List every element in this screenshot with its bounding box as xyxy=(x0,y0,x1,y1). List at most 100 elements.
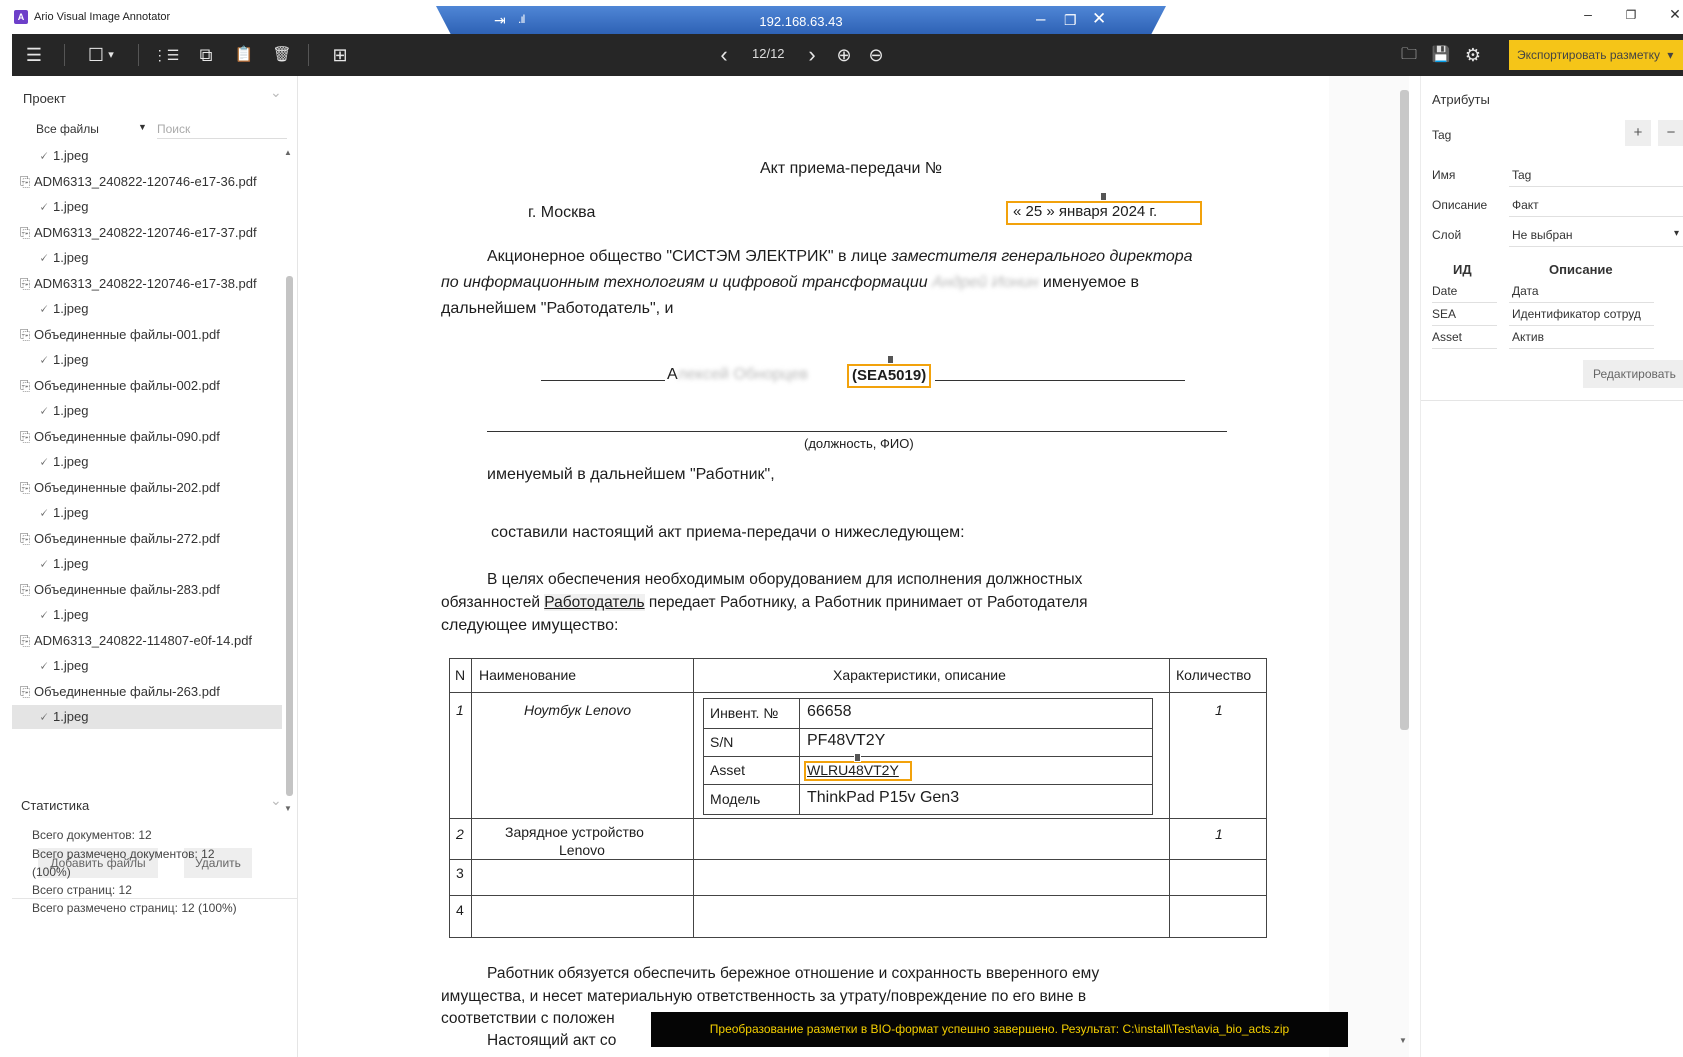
file-tree-pdf-item[interactable]: ⎘ ADM6313_240822-120746-e17-37.pdf xyxy=(12,221,282,245)
export-markup-button[interactable]: Экспортировать разметку ▾ xyxy=(1509,40,1683,70)
delete-icon[interactable]: 🗑 xyxy=(268,42,296,68)
image-file-icon: 🗸 xyxy=(39,658,49,673)
file-tree-item-label: 1.jpeg xyxy=(53,454,89,469)
tag-label: Tag xyxy=(1432,128,1452,142)
chevron-down-icon[interactable]: ▾ xyxy=(1674,228,1679,239)
document-page[interactable]: Акт приема-передачи № г. Москва « 25 » я… xyxy=(299,76,1329,1057)
file-tree-pdf-item[interactable]: ⎘ Объединенные файлы-090.pdf xyxy=(12,425,282,449)
file-tree-pdf-item[interactable]: ⎘ Объединенные файлы-272.pdf xyxy=(12,527,282,551)
file-tree-image-item[interactable]: 🗸 1.jpeg xyxy=(12,552,282,576)
scroll-down-icon[interactable]: ▼ xyxy=(1399,1036,1407,1045)
attribute-row-id[interactable]: Date xyxy=(1432,284,1457,298)
next-page-icon[interactable]: › xyxy=(798,42,826,68)
file-tree-item-label: ADM6313_240822-120746-e17-38.pdf xyxy=(34,275,257,291)
edit-button[interactable]: Редактировать xyxy=(1583,360,1683,388)
file-tree-item-label: 1.jpeg xyxy=(53,199,89,214)
description-field[interactable]: Факт xyxy=(1512,198,1539,212)
file-tree-pdf-item[interactable]: ⎘ ADM6313_240822-120746-e17-36.pdf xyxy=(12,170,282,194)
redacted-employee-name: лексей Обнорцев xyxy=(677,366,808,383)
previous-page-icon[interactable]: ‹ xyxy=(710,42,738,68)
pdf-file-icon: ⎘ xyxy=(20,479,31,495)
remote-close-button[interactable]: ✕ xyxy=(1092,9,1106,29)
window-minimize-button[interactable]: – xyxy=(1577,6,1599,22)
menu-icon[interactable]: ☰ xyxy=(20,42,48,68)
zoom-in-icon[interactable]: ⊕ xyxy=(830,42,858,68)
paste-icon[interactable]: 📋 xyxy=(230,42,258,68)
spec-label-asset: Asset xyxy=(710,762,746,778)
annotation-handle[interactable] xyxy=(887,355,894,364)
equipment-table: N Наименование Характеристики, описание … xyxy=(449,658,1267,938)
settings-icon[interactable]: ⚙ xyxy=(1459,42,1487,68)
file-tree-item-label: ADM6313_240822-120746-e17-37.pdf xyxy=(34,224,257,240)
file-tree-image-item[interactable]: 🗸 1.jpeg xyxy=(12,654,282,678)
file-tree-image-item[interactable]: 🗸 1.jpeg xyxy=(12,348,282,372)
file-tree-item-label: 1.jpeg xyxy=(53,505,89,520)
file-tree-pdf-item[interactable]: ⎘ Объединенные файлы-002.pdf xyxy=(12,374,282,398)
window-restore-button[interactable]: ❐ xyxy=(1620,8,1642,22)
file-tree-image-item[interactable]: 🗸 1.jpeg xyxy=(12,705,282,729)
grid-icon[interactable]: ⊞ xyxy=(326,42,354,68)
rectangle-tool-dropdown-icon[interactable]: ▾ xyxy=(104,42,118,68)
document-scrollbar[interactable]: ▼ xyxy=(1399,86,1409,1046)
file-tree-scrollbar[interactable]: ▲ ▼ xyxy=(284,148,294,813)
file-tree-image-item[interactable]: 🗸 1.jpeg xyxy=(12,450,282,474)
name-field[interactable]: Tag xyxy=(1512,168,1531,182)
remove-attribute-button[interactable]: − xyxy=(1658,120,1683,146)
file-tree-image-item[interactable]: 🗸 1.jpeg xyxy=(12,144,282,168)
search-input[interactable] xyxy=(157,119,287,139)
window-close-button[interactable]: ✕ xyxy=(1664,6,1683,23)
zoom-out-icon[interactable]: ⊖ xyxy=(862,42,890,68)
annotation-handle[interactable] xyxy=(854,753,861,762)
paragraph-1-regular: Акционерное общество "СИСТЭМ ЭЛЕКТРИК" в… xyxy=(487,248,892,265)
image-file-icon: 🗸 xyxy=(39,148,49,163)
file-filter-select[interactable]: Все файлы xyxy=(36,122,99,136)
page-counter: 12/12 xyxy=(752,46,785,61)
save-icon[interactable]: 💾 xyxy=(1427,42,1455,68)
attribute-row-description[interactable]: Дата xyxy=(1512,284,1539,298)
scroll-up-icon[interactable]: ▲ xyxy=(284,148,292,157)
open-folder-icon[interactable]: 🗀 xyxy=(1395,42,1423,68)
file-tree: 🗸 1.jpeg ⎘ ADM6313_240822-120746-e17-36.pdf… xyxy=(12,144,282,844)
file-tree-pdf-item[interactable]: ⎘ Объединенные файлы-001.pdf xyxy=(12,323,282,347)
file-tree-pdf-item[interactable]: ⎘ ADM6313_240822-120746-e17-38.pdf xyxy=(12,272,282,296)
attribute-row-description[interactable]: Актив xyxy=(1512,330,1544,344)
file-tree-item-label: 1.jpeg xyxy=(53,301,89,316)
annotation-handle[interactable] xyxy=(1100,192,1107,201)
collapse-chevron-icon[interactable]: ⌄ xyxy=(270,792,282,809)
stat-marked-documents-percent: (100%) xyxy=(32,865,71,879)
document-viewer[interactable]: Акт приема-передачи № г. Москва « 25 » я… xyxy=(299,76,1409,1057)
list-view-icon[interactable]: ⋮☰ xyxy=(152,42,180,68)
add-attribute-button[interactable]: + xyxy=(1625,120,1651,146)
image-file-icon: 🗸 xyxy=(39,403,49,418)
attribute-row-description[interactable]: Идентификатор сотруд xyxy=(1512,307,1662,321)
specs-border xyxy=(703,698,1153,699)
employee-named-line: именуемый в дальнейшем "Работник", xyxy=(487,466,775,483)
scrollbar-thumb[interactable] xyxy=(1400,90,1409,730)
dropdown-arrow-icon[interactable]: ▼ xyxy=(138,122,147,132)
file-tree-image-item[interactable]: 🗸 1.jpeg xyxy=(12,603,282,627)
attribute-row-id[interactable]: Asset xyxy=(1432,330,1462,344)
file-tree-image-item[interactable]: 🗸 1.jpeg xyxy=(12,297,282,321)
remote-minimize-button[interactable]: – xyxy=(1036,9,1045,29)
file-tree-pdf-item[interactable]: ⎘ ADM6313_240822-114807-e0f-14.pdf xyxy=(12,629,282,653)
specs-border xyxy=(1152,698,1153,815)
collapse-chevron-icon[interactable]: ⌄ xyxy=(270,84,282,101)
remote-restore-button[interactable]: ❐ xyxy=(1064,12,1077,29)
file-tree-pdf-item[interactable]: ⎘ Объединенные файлы-283.pdf xyxy=(12,578,282,602)
stat-total-pages: Всего страниц: 12 xyxy=(32,883,132,897)
scrollbar-thumb[interactable] xyxy=(286,276,293,796)
layer-select[interactable]: Не выбран xyxy=(1512,228,1573,242)
field-underline xyxy=(1509,348,1654,349)
file-tree-image-item[interactable]: 🗸 1.jpeg xyxy=(12,399,282,423)
file-tree-image-item[interactable]: 🗸 1.jpeg xyxy=(12,501,282,525)
copy-icon[interactable]: ⧉ xyxy=(192,42,220,68)
file-tree-pdf-item[interactable]: ⎘ Объединенные файлы-263.pdf xyxy=(12,680,282,704)
file-tree-image-item[interactable]: 🗸 1.jpeg xyxy=(12,195,282,219)
scroll-down-icon[interactable]: ▼ xyxy=(284,804,292,813)
file-tree-image-item[interactable]: 🗸 1.jpeg xyxy=(12,246,282,270)
attribute-row-id[interactable]: SEA xyxy=(1432,307,1456,321)
file-tree-item-label: ADM6313_240822-114807-e0f-14.pdf xyxy=(34,632,253,648)
position-caption: (должность, ФИО) xyxy=(804,436,914,451)
file-tree-pdf-item[interactable]: ⎘ Объединенные файлы-202.pdf xyxy=(12,476,282,500)
table-border xyxy=(449,859,1267,860)
